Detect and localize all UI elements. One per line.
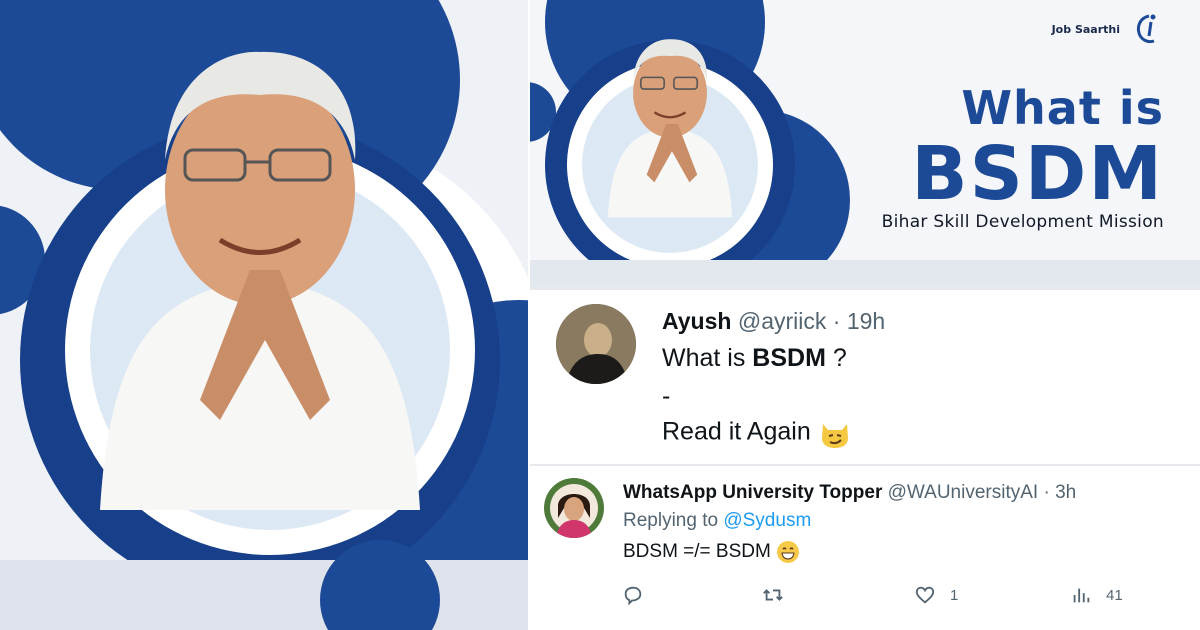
tweet-whatsapp-university[interactable]: WhatsApp University Topper @WAUniversity… — [530, 464, 1200, 630]
reply-button[interactable] — [622, 584, 644, 606]
tweet-text: BDSM =/= BSDM — [623, 540, 800, 564]
tweet-text-body: BDSM =/= BSDM — [623, 541, 771, 563]
timestamp[interactable]: 19h — [847, 308, 885, 334]
job-saarthi-logo-icon — [1136, 14, 1156, 44]
tweet-text-line1: What is BSDM ? — [662, 344, 847, 373]
tweet-header: Ayush @ayriick · 19h — [662, 308, 885, 335]
avatar-image — [544, 478, 604, 538]
banner-subtitle: Bihar Skill Development Mission — [881, 212, 1164, 232]
replying-to-link[interactable]: @Sydusm — [723, 510, 811, 531]
views-count: 41 — [1106, 586, 1123, 604]
replying-to: Replying to @Sydusm — [623, 510, 811, 532]
banner-person-photo — [607, 39, 733, 218]
tweet-text-read-again: Read it Again — [662, 417, 811, 446]
display-name[interactable]: Ayush — [662, 308, 731, 334]
retweet-icon — [763, 589, 783, 601]
tweet-text-bold: BSDM — [752, 344, 826, 372]
views-button[interactable]: 41 — [1070, 584, 1123, 606]
tweet-header: WhatsApp University Topper @WAUniversity… — [623, 482, 1076, 504]
brand-name: Job Saarthi — [1051, 22, 1120, 36]
bsdm-banner: Job Saarthi What is BSDM Bihar Skill Dev… — [530, 0, 1200, 286]
separator: · — [832, 308, 841, 334]
avatar[interactable] — [556, 304, 636, 384]
views-icon — [1073, 588, 1090, 603]
separator: · — [1043, 482, 1050, 503]
tweet-text-suffix: ? — [825, 344, 847, 372]
handle[interactable]: @WAUniversityAI — [888, 482, 1039, 503]
banner-title: What is BSDM Bihar Skill Development Mis… — [882, 82, 1164, 232]
left-image-panel — [0, 0, 528, 630]
reply-icon — [624, 586, 642, 606]
handle[interactable]: @ayriick — [738, 308, 827, 334]
tweet-ayush[interactable]: Ayush @ayriick · 19h What is BSDM ? - Re… — [530, 286, 1200, 464]
heart-icon — [915, 586, 935, 604]
tweet-text-prefix: What is — [662, 344, 753, 372]
like-button[interactable]: 1 — [914, 584, 958, 606]
banner-title-line1: What is — [961, 81, 1164, 135]
tweet-text-line3: Read it Again — [662, 416, 852, 450]
smirking-cat-emoji-icon — [821, 424, 848, 448]
retweet-button[interactable] — [762, 584, 784, 606]
tweet-actions: 1 41 — [622, 584, 1142, 610]
avatar-image — [556, 304, 636, 384]
display-name[interactable]: WhatsApp University Topper — [623, 482, 882, 503]
person-photo — [100, 51, 420, 510]
brand: Job Saarthi — [1052, 12, 1164, 46]
like-count: 1 — [950, 586, 959, 604]
timestamp[interactable]: 3h — [1055, 482, 1076, 503]
banner-title-bsdm: BSDM — [911, 131, 1164, 217]
avatar[interactable] — [544, 478, 604, 538]
grinning-face-emoji-icon — [777, 541, 800, 563]
replying-to-label: Replying to — [623, 510, 724, 531]
tweet-text-line2: - — [662, 382, 671, 410]
